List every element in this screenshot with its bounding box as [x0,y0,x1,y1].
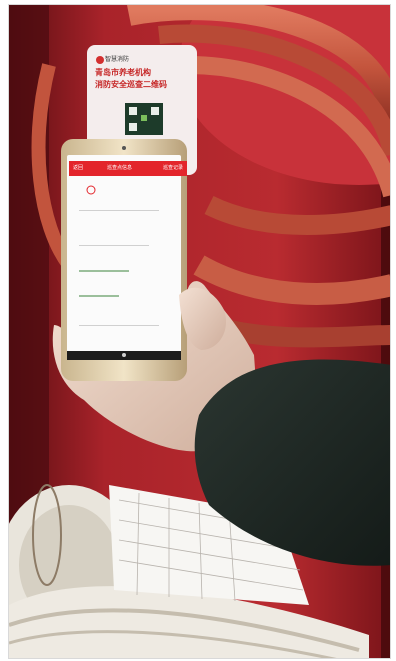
back-button[interactable]: 返回 [73,163,83,173]
record-button[interactable]: 巡查记录 [163,163,183,173]
sign-line-2: 消防安全巡查二维码 [95,80,167,89]
app-title: 巡查点信息 [107,165,133,171]
photo-scene [9,5,390,658]
photo-frame: 返回 巡查点信息 巡查记录 智慧消防 青岛市养老机构 消防安全巡查二维码 [8,4,391,659]
app-header-bar: 返回 巡查点信息 巡查记录 [69,161,187,176]
sign-brand: 智慧消防 [105,56,130,63]
phone-app-ui: 返回 巡查点信息 巡查记录 [69,161,187,361]
sign-line-1: 青岛市养老机构 [95,68,151,77]
